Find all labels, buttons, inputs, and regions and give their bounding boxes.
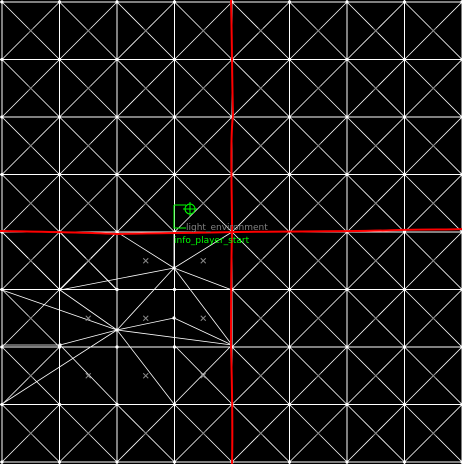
mesh-vertex [172,402,177,407]
mesh-vertex [345,460,349,464]
mesh-vertex [115,287,119,292]
mesh-vertex [57,287,62,292]
light-environment-icon[interactable] [183,202,197,216]
mesh-vertex [172,266,176,270]
mesh-vertex [0,460,4,464]
mesh-vertex [287,402,292,407]
mesh-vertex [287,287,292,292]
mesh-vertex [402,460,407,464]
mesh-vertex [0,345,4,349]
mesh-vertex [172,172,177,177]
mesh-vertex [172,460,177,464]
mesh-vertex [345,57,349,62]
mesh-vertex [57,115,62,119]
viewport-canvas[interactable]: light_environment info_player_start [0,0,462,464]
editor-2d-viewport[interactable]: light_environment info_player_start [0,0,462,464]
mesh-vertex [402,287,407,292]
mesh-vertex [57,57,62,62]
mesh-vertex [402,402,407,407]
mesh-vertex [172,287,177,292]
mesh-vertex [57,460,62,464]
mesh-vertex [345,172,349,177]
mesh-vertex [0,402,4,407]
mesh-vertex [287,172,292,177]
fan-edge [116,317,175,331]
fan-edge [59,289,118,331]
mesh-vertex [172,345,177,349]
mesh-vertex [345,345,349,349]
mesh-vertex [0,115,4,119]
mesh-vertex [287,115,292,119]
entity-label-light-environment: light_environment [186,223,268,233]
mesh-vertex [57,172,62,177]
fan-edge [116,231,175,269]
mesh-vertex [172,316,176,320]
mesh-vertex [0,0,4,4]
mesh-vertex [58,343,62,347]
mesh-vertex [0,57,4,62]
mesh-vertex [287,0,292,4]
mesh-vertex [115,172,119,177]
mesh-vertex [345,402,349,407]
player-start-icon[interactable] [173,204,186,229]
fan-edge [59,344,118,405]
mesh-vertex [115,402,119,407]
mesh-vertex [115,0,119,4]
mesh-vertex [115,345,119,349]
mesh-vertex [402,345,407,349]
fan-edge [116,329,175,405]
mesh-vertex [345,115,349,119]
mesh-vertex [57,402,62,407]
mesh-vertex [287,57,292,62]
mesh-vertex [402,115,407,119]
mesh-vertex [172,57,177,62]
mesh-vertex [345,0,349,4]
mesh-vertex [115,460,119,464]
mesh-vertex [57,0,62,4]
mesh-vertex [287,345,292,349]
mesh-vertex [402,0,407,4]
mesh-vertex [115,115,119,119]
fan-edge [173,267,233,346]
mesh-vertex [172,0,177,4]
mesh-vertex [115,57,119,62]
entity-label-info-player-start: info_player_start [174,236,250,246]
mesh-vertex [0,287,4,292]
fan-edge [59,329,118,346]
mesh-vertex [0,172,4,177]
mesh-vertex [287,460,292,464]
mesh-vertex [172,115,177,119]
mesh-vertex [402,57,407,62]
mesh-vertex [345,287,349,292]
mesh-vertex [115,328,119,332]
mesh-vertex [402,172,407,177]
